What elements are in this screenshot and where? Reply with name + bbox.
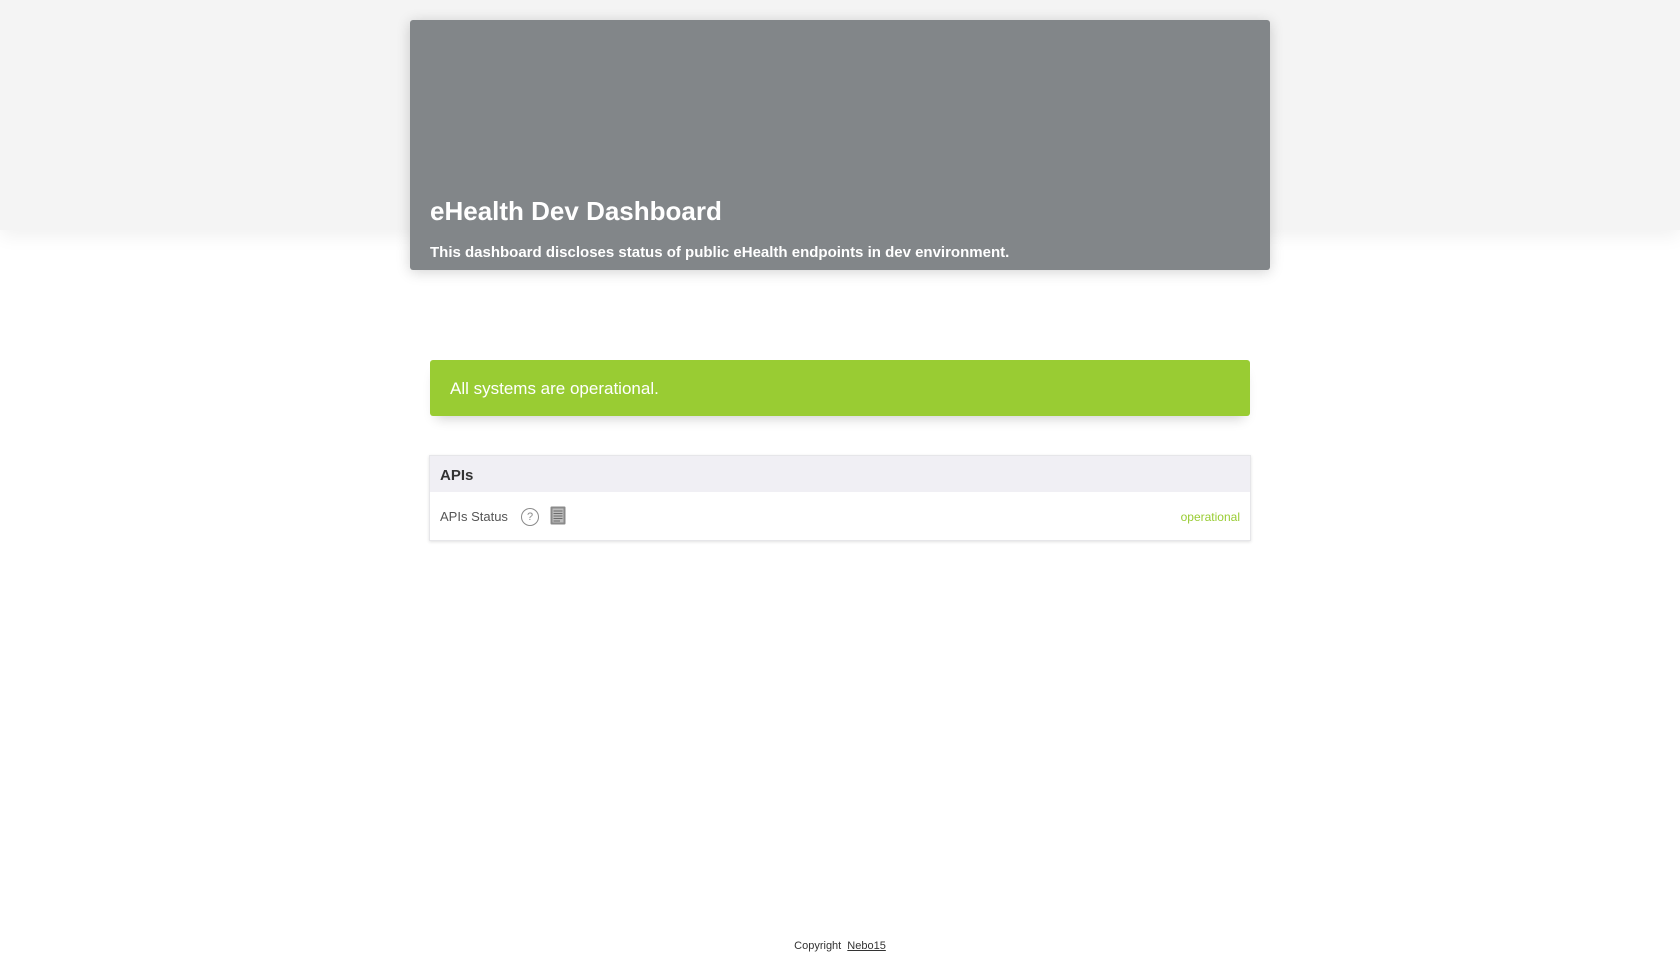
component-name: APIs Status xyxy=(440,509,508,524)
footer-copyright-label: Copyright xyxy=(794,940,842,952)
group-title: APIs xyxy=(440,467,474,484)
footer-company-link[interactable]: Nebo15 xyxy=(847,940,886,952)
page-subtitle: This dashboard discloses status of publi… xyxy=(430,244,1010,261)
help-icon[interactable]: ? xyxy=(521,508,539,526)
document-icon[interactable] xyxy=(550,506,566,525)
component-group-panel: APIs APIs Status ? operational xyxy=(429,455,1251,541)
overall-status-banner: All systems are operational. xyxy=(430,360,1250,416)
overall-status-text: All systems are operational. xyxy=(450,379,659,398)
dashboard-header: eHealth Dev Dashboard This dashboard dis… xyxy=(410,20,1270,270)
component-row: APIs Status ? operational xyxy=(430,492,1250,539)
group-header: APIs xyxy=(430,456,1250,492)
page-title: eHealth Dev Dashboard xyxy=(430,196,722,226)
component-status: operational xyxy=(1180,510,1240,524)
footer: Copyright Nebo15 xyxy=(0,940,1680,952)
